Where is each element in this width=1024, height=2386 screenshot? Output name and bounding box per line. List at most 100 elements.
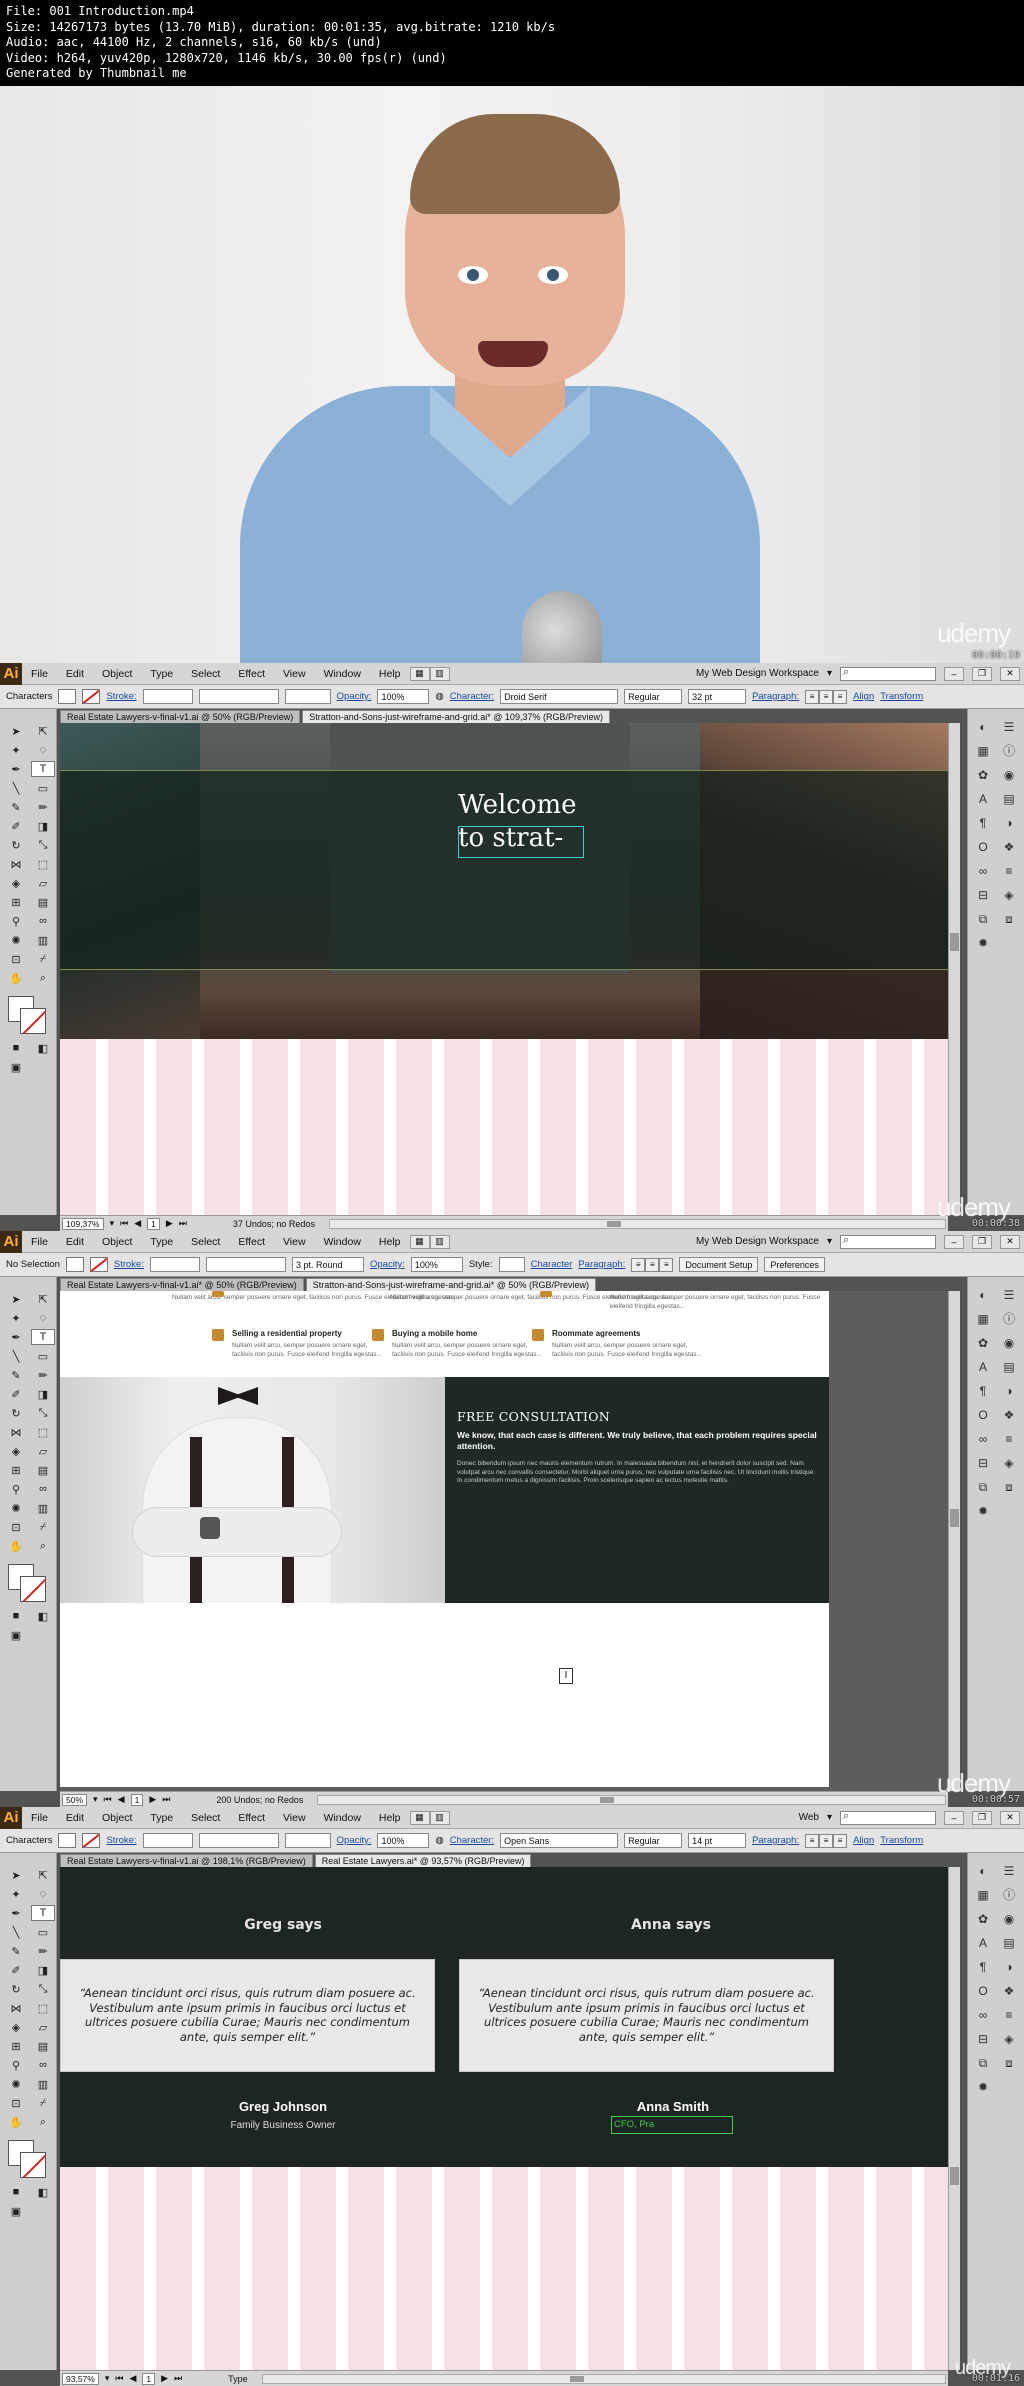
restore-button[interactable]: ❐	[972, 1234, 992, 1249]
align-panel-icon[interactable]: ⊟	[978, 2031, 988, 2047]
pencil-tool-icon[interactable]: ✏	[31, 799, 55, 815]
appearance-panel-icon[interactable]: ◉	[1004, 1911, 1014, 1927]
direct-selection-tool-icon[interactable]: ⇱	[31, 1867, 55, 1883]
lasso-tool-icon[interactable]: ◌	[31, 1886, 55, 1902]
recolor-icon[interactable]: ◍	[435, 691, 443, 702]
align-right-icon[interactable]: ≡	[833, 689, 848, 704]
font-size-field[interactable]: 14 pt	[688, 1833, 747, 1848]
artboard-tool-icon[interactable]: ⊡	[4, 2095, 28, 2111]
fill-swatch[interactable]	[58, 1833, 77, 1848]
arrange-documents-button[interactable]: ▥	[429, 1810, 450, 1825]
character-link[interactable]: Character:	[450, 1835, 494, 1846]
gradient-tool-icon[interactable]: ▤	[31, 1462, 55, 1478]
direct-selection-tool-icon[interactable]: ⇱	[31, 1291, 55, 1307]
swatches-panel-icon[interactable]: ▦	[977, 1311, 988, 1327]
slice-tool-icon[interactable]: ⌿	[31, 2095, 55, 2111]
variable-width-field[interactable]	[198, 689, 279, 704]
symbols-panel-icon[interactable]: ✹	[978, 2079, 988, 2095]
draw-mode-icon[interactable]: ◧	[31, 1608, 55, 1624]
opentype-panel-icon[interactable]: O	[978, 839, 987, 855]
perspective-grid-tool-icon[interactable]: ▱	[31, 875, 55, 891]
brushes-panel-icon[interactable]: ✿	[978, 1911, 988, 1927]
screen-mode-icon[interactable]: ▣	[4, 2203, 28, 2219]
links-panel-icon[interactable]: ∞	[979, 1431, 988, 1447]
help-search-input[interactable]	[840, 666, 936, 681]
horizontal-scrollbar[interactable]	[317, 1794, 946, 1805]
swatches-panel-icon[interactable]: ▦	[977, 1887, 988, 1903]
hand-tool-icon[interactable]: ✋	[4, 970, 28, 986]
tab-document-2[interactable]: Stratton-and-Sons-just-wireframe-and-gri…	[302, 710, 610, 723]
menu-edit[interactable]: Edit	[57, 668, 93, 680]
menu-effect[interactable]: Effect	[229, 1812, 274, 1824]
zoom-level-field[interactable]: 50%	[62, 1793, 88, 1806]
gradient-tool-icon[interactable]: ▤	[31, 2038, 55, 2054]
font-style-field[interactable]: Regular	[624, 1833, 683, 1848]
bridge-button[interactable]: ▦	[409, 1234, 430, 1249]
artboards-panel-icon[interactable]: ⧈	[1005, 911, 1013, 927]
opentype-panel-icon[interactable]: O	[978, 1983, 987, 1999]
color-panel-icon[interactable]: ◐	[979, 1287, 986, 1303]
info-panel-icon[interactable]: ⓘ	[1003, 1311, 1015, 1327]
pencil-tool-icon[interactable]: ✏	[31, 1943, 55, 1959]
artboards-panel-icon[interactable]: ⧈	[1005, 2055, 1013, 2071]
character-panel-icon[interactable]: A	[979, 1935, 987, 1951]
font-family-field[interactable]: Open Sans	[500, 1833, 619, 1848]
tab-document-2[interactable]: Real Estate Lawyers.ai* @ 93,57% (RGB/Pr…	[314, 1854, 532, 1867]
shape-builder-tool-icon[interactable]: ◈	[4, 2019, 28, 2035]
transparency-panel-icon[interactable]: ◑	[1005, 1383, 1012, 1399]
properties-panel-icon[interactable]: ☰	[1004, 719, 1015, 735]
blend-tool-icon[interactable]: ∞	[31, 2057, 55, 2073]
menu-window[interactable]: Window	[315, 1236, 370, 1248]
free-transform-tool-icon[interactable]: ⬚	[31, 2000, 55, 2016]
next-artboard-icon[interactable]: ▶	[149, 1794, 156, 1805]
eyedropper-tool-icon[interactable]: ⚲	[4, 1481, 28, 1497]
fill-swatch[interactable]	[58, 689, 77, 704]
stroke-swatch[interactable]	[82, 689, 101, 704]
font-family-field[interactable]: Droid Serif	[500, 689, 619, 704]
fill-stroke-widget[interactable]	[8, 1564, 46, 1602]
free-transform-tool-icon[interactable]: ⬚	[31, 1424, 55, 1440]
transform-link[interactable]: Transform	[880, 691, 923, 702]
stroke-square[interactable]	[20, 2152, 46, 2178]
menu-file[interactable]: File	[22, 1236, 57, 1248]
scale-tool-icon[interactable]: ⤡	[31, 1981, 55, 1997]
fill-swatch[interactable]	[65, 1257, 84, 1272]
eyedropper-tool-icon[interactable]: ⚲	[4, 2057, 28, 2073]
artboard-number-field[interactable]: 1	[147, 1217, 160, 1230]
artboard-canvas[interactable]: Nullam velit arcu, semper posuere ornare…	[60, 1291, 948, 1791]
transform-link[interactable]: Transform	[880, 1835, 923, 1846]
symbol-sprayer-tool-icon[interactable]: ✺	[4, 1500, 28, 1516]
align-center-icon[interactable]: ≡	[645, 1257, 660, 1272]
paintbrush-tool-icon[interactable]: ✎	[4, 1943, 28, 1959]
magic-wand-tool-icon[interactable]: ✦	[4, 1886, 28, 1902]
variable-width-field[interactable]	[198, 1833, 279, 1848]
transparency-panel-icon[interactable]: ◑	[1005, 815, 1012, 831]
menu-view[interactable]: View	[274, 1236, 315, 1248]
paragraph-link[interactable]: Paragraph:	[752, 1835, 799, 1846]
perspective-grid-tool-icon[interactable]: ▱	[31, 2019, 55, 2035]
arrange-documents-button[interactable]: ▥	[429, 1234, 450, 1249]
restore-button[interactable]: ❐	[972, 666, 992, 681]
chevron-down-icon[interactable]: ▾	[110, 1218, 115, 1229]
eraser-tool-icon[interactable]: ◨	[31, 1962, 55, 1978]
menu-type[interactable]: Type	[141, 668, 182, 680]
horizontal-scrollbar[interactable]	[328, 1218, 946, 1229]
paragraph-panel-icon[interactable]: ¶	[980, 815, 986, 831]
info-panel-icon[interactable]: ⓘ	[1003, 1887, 1015, 1903]
tab-document-1[interactable]: Real Estate Lawyers-v-final-v1.ai @ 198,…	[60, 1854, 313, 1867]
align-left-icon[interactable]: ≡	[805, 689, 820, 704]
pen-tool-icon[interactable]: ✒	[4, 1329, 28, 1345]
paragraph-panel-icon[interactable]: ¶	[980, 1383, 986, 1399]
paragraph-panel-icon[interactable]: ¶	[980, 1959, 986, 1975]
eyedropper-tool-icon[interactable]: ⚲	[4, 913, 28, 929]
graphic-style-field[interactable]	[498, 1257, 525, 1272]
menu-view[interactable]: View	[274, 1812, 315, 1824]
blend-tool-icon[interactable]: ∞	[31, 1481, 55, 1497]
rectangle-tool-icon[interactable]: ▭	[31, 780, 55, 796]
font-style-field[interactable]: Regular	[624, 689, 683, 704]
opacity-link[interactable]: Opacity:	[370, 1259, 405, 1270]
align-left-icon[interactable]: ≡	[631, 1257, 646, 1272]
mesh-tool-icon[interactable]: ⊞	[4, 1462, 28, 1478]
scroll-thumb[interactable]	[950, 933, 959, 951]
stroke-weight-field[interactable]	[142, 689, 193, 704]
